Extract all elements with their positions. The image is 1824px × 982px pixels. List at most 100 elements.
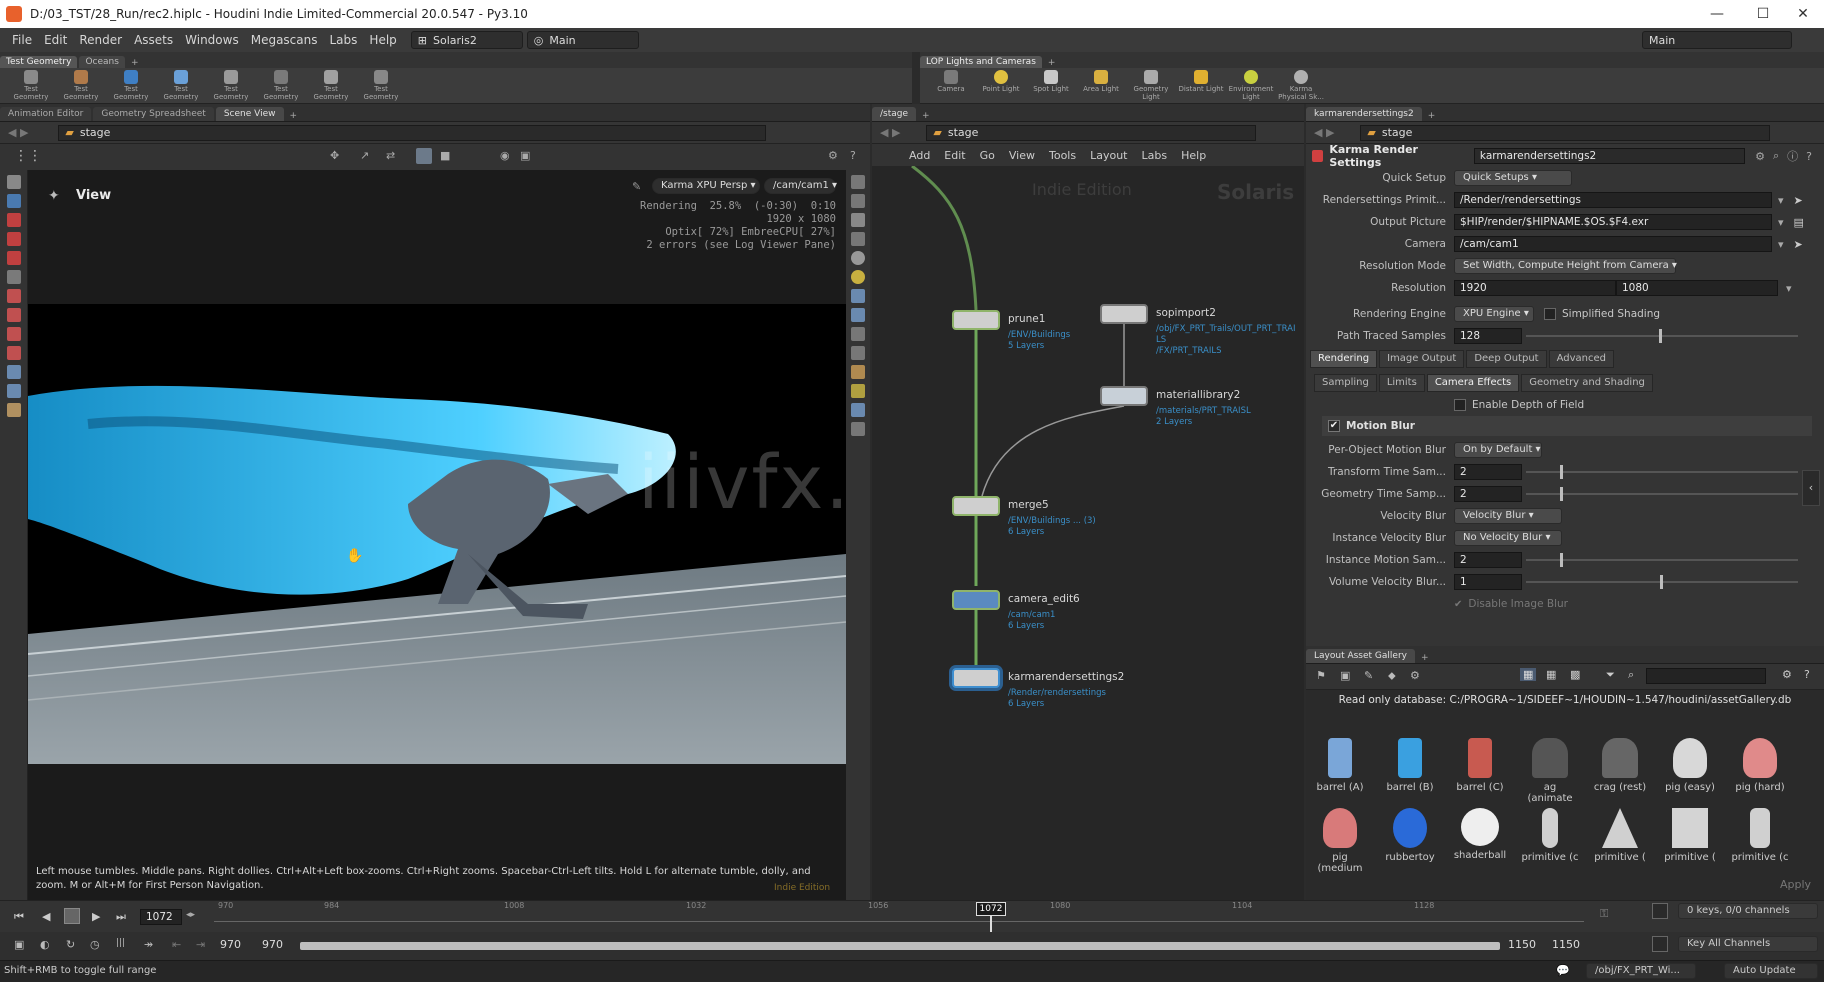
gallery-search-input[interactable] bbox=[1646, 668, 1766, 684]
step-icon[interactable]: ◂▸ bbox=[186, 910, 195, 920]
range-slider[interactable] bbox=[300, 942, 1500, 950]
net-menu-labs[interactable]: Labs bbox=[1135, 149, 1175, 162]
asset-pig-medium[interactable]: pig (medium bbox=[1310, 808, 1370, 874]
asset-shaderball[interactable]: shaderball bbox=[1450, 808, 1510, 861]
chevron-down-icon[interactable]: ▾ bbox=[1786, 282, 1792, 295]
audio-icon[interactable]: ◐ bbox=[40, 938, 50, 951]
menu-labs[interactable]: Labs bbox=[324, 33, 364, 47]
menu-render[interactable]: Render bbox=[73, 33, 128, 47]
motion-blur-folder[interactable]: ✔ Motion Blur bbox=[1322, 416, 1812, 436]
network-editor[interactable]: Indie Edition Solaris prune1 /ENV/Buildi… bbox=[872, 166, 1304, 900]
tool-icon[interactable] bbox=[6, 308, 21, 322]
transform-time-samples-field[interactable]: 2 bbox=[1454, 464, 1522, 480]
tool-icon[interactable]: ↗ bbox=[360, 149, 369, 162]
range-end-icon[interactable]: ⇥ bbox=[196, 938, 205, 951]
tool-icon[interactable] bbox=[6, 384, 21, 398]
view-tool-icon[interactable] bbox=[6, 194, 21, 208]
help-icon[interactable]: ? bbox=[1806, 150, 1812, 163]
tool-icon[interactable]: ⇄ bbox=[386, 149, 395, 162]
resolution-width-field[interactable]: 1920 bbox=[1454, 280, 1616, 296]
shelf-tool[interactable]: Test Geometry bbox=[56, 69, 106, 102]
asset-primitive-cube[interactable]: primitive ( bbox=[1660, 808, 1720, 863]
handle-tool-icon[interactable] bbox=[6, 213, 21, 227]
shelf-tool[interactable]: Test Geometry bbox=[6, 69, 56, 102]
chat-icon[interactable]: 💬 bbox=[1556, 964, 1570, 977]
asset-crag-rest[interactable]: crag (rest) bbox=[1590, 738, 1650, 793]
camera-dropdown[interactable]: /cam/cam1 ▾ bbox=[764, 178, 837, 194]
net-menu-tools[interactable]: Tools bbox=[1042, 149, 1083, 162]
camera-field[interactable]: /cam/cam1 bbox=[1454, 236, 1772, 252]
velocity-blur-dropdown[interactable]: Velocity Blur ▾ bbox=[1454, 508, 1562, 524]
asset-primitive-cylinder[interactable]: primitive (c bbox=[1730, 808, 1790, 863]
dof-checkbox[interactable] bbox=[1454, 399, 1466, 411]
asset-primitive-cone[interactable]: primitive ( bbox=[1590, 808, 1650, 863]
chevron-down-icon[interactable]: ▾ bbox=[1778, 238, 1784, 251]
quick-setup-dropdown[interactable]: Quick Setups ▾ bbox=[1454, 170, 1572, 186]
viewport[interactable]: ✦ View ✎ Karma XPU Persp ▾ /cam/cam1 ▾ R… bbox=[28, 170, 846, 865]
auto-update-dropdown[interactable]: Auto Update bbox=[1724, 963, 1818, 979]
apply-button[interactable]: Apply bbox=[1780, 878, 1811, 891]
frame-marker[interactable]: 1072 bbox=[976, 902, 1006, 916]
display-option-icon[interactable] bbox=[851, 327, 865, 341]
net-menu-layout[interactable]: Layout bbox=[1083, 149, 1134, 162]
transform-time-samples-slider[interactable] bbox=[1526, 462, 1798, 482]
tool-icon[interactable] bbox=[6, 365, 21, 379]
net-menu-add[interactable]: Add bbox=[902, 149, 937, 162]
tab-scene-view[interactable]: Scene View bbox=[215, 107, 284, 121]
menu-megascans[interactable]: Megascans bbox=[245, 33, 324, 47]
handle-tool-icon[interactable] bbox=[6, 251, 21, 265]
key-all-channels-button[interactable]: Key All Channels bbox=[1678, 936, 1818, 952]
rendering-engine-dropdown[interactable]: XPU Engine ▾ bbox=[1454, 306, 1534, 322]
play-icon[interactable]: ▶ bbox=[92, 910, 100, 923]
add-tab-icon[interactable]: + bbox=[1424, 111, 1440, 121]
nav-arrows-icon[interactable]: ◀ ▶ bbox=[8, 126, 28, 139]
search-icon[interactable]: ⌕ bbox=[1773, 149, 1779, 163]
resolution-mode-dropdown[interactable]: Set Width, Compute Height from Camera ▾ bbox=[1454, 258, 1677, 274]
tab-geometry-spreadsheet[interactable]: Geometry Spreadsheet bbox=[93, 107, 214, 121]
geometry-time-samples-field[interactable]: 2 bbox=[1454, 486, 1522, 502]
node-body[interactable] bbox=[952, 590, 1000, 610]
shelf-tool[interactable]: Test Geometry bbox=[256, 69, 306, 102]
display-toggle-icon[interactable] bbox=[416, 148, 432, 164]
handle-tool-icon[interactable] bbox=[6, 232, 21, 246]
geometry-time-samples-slider[interactable] bbox=[1526, 484, 1798, 504]
key-all-toggle-icon[interactable] bbox=[1652, 936, 1668, 952]
tab-camera-effects[interactable]: Camera Effects bbox=[1426, 374, 1520, 392]
tab-image-output[interactable]: Image Output bbox=[1379, 350, 1465, 368]
asset-barrel-c[interactable]: barrel (C) bbox=[1450, 738, 1510, 793]
tab-layout-asset-gallery[interactable]: Layout Asset Gallery bbox=[1306, 649, 1415, 663]
shelf-tool[interactable]: Test Geometry bbox=[206, 69, 256, 102]
tool-icon[interactable]: ■ bbox=[440, 149, 450, 162]
tab-karmarendersettings2[interactable]: karmarendersettings2 bbox=[1306, 107, 1422, 121]
node-body[interactable] bbox=[952, 496, 1000, 516]
select-arrow-icon[interactable]: ➤ bbox=[1794, 194, 1803, 207]
motion-blur-checkbox[interactable]: ✔ bbox=[1328, 420, 1340, 432]
node-name-field[interactable]: karmarendersettings2 bbox=[1473, 148, 1746, 164]
select-arrow-icon[interactable]: ➤ bbox=[1794, 238, 1803, 251]
add-shelf-icon[interactable]: + bbox=[127, 58, 143, 68]
range-start-field-2[interactable]: 970 bbox=[262, 938, 283, 951]
small-grid-icon[interactable]: ▦ bbox=[1520, 668, 1537, 681]
display-option-icon[interactable] bbox=[851, 251, 865, 265]
node-body[interactable] bbox=[1100, 386, 1148, 406]
display-option-icon[interactable] bbox=[851, 365, 865, 379]
chevron-down-icon[interactable]: ▾ bbox=[1778, 194, 1784, 207]
gear-icon[interactable]: ⚙ bbox=[1755, 150, 1765, 163]
params-path-field[interactable]: ▰ stage bbox=[1360, 124, 1771, 141]
range-start-field[interactable]: 970 bbox=[220, 938, 241, 951]
net-menu-help[interactable]: Help bbox=[1174, 149, 1213, 162]
shelf-tab-lop-lights[interactable]: LOP Lights and Cameras bbox=[920, 56, 1042, 68]
node-body[interactable] bbox=[952, 310, 1000, 330]
tool-icon[interactable] bbox=[6, 403, 21, 417]
net-menu-view[interactable]: View bbox=[1002, 149, 1042, 162]
display-option-icon[interactable] bbox=[851, 308, 865, 322]
keys-channels-display[interactable]: 0 keys, 0/0 channels bbox=[1678, 903, 1818, 919]
jump-start-icon[interactable]: ⏮ bbox=[14, 910, 24, 924]
display-option-icon[interactable] bbox=[851, 194, 865, 208]
shelf-tool[interactable]: Test Geometry bbox=[306, 69, 356, 102]
shelf-tool[interactable]: Test Geometry bbox=[356, 69, 406, 102]
renderer-dropdown[interactable]: Karma XPU Persp ▾ bbox=[652, 178, 760, 194]
gear-icon[interactable]: ⚙ bbox=[1410, 669, 1420, 682]
asset-barrel-a[interactable]: barrel (A) bbox=[1310, 738, 1370, 793]
tab-sampling[interactable]: Sampling bbox=[1314, 374, 1377, 392]
